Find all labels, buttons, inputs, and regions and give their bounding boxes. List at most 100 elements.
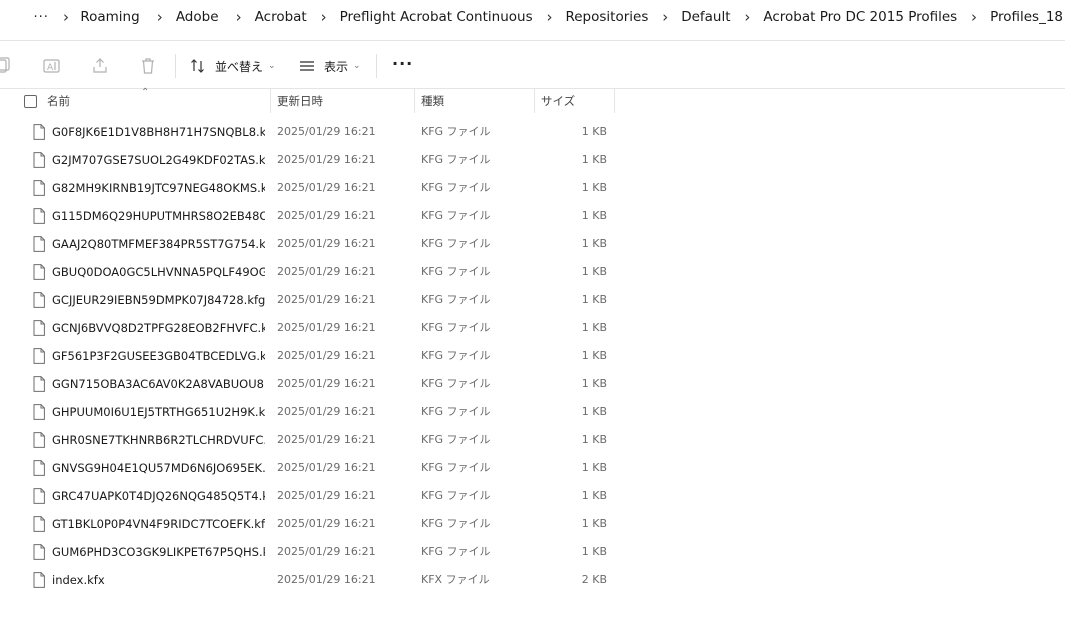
file-size: 1 KB: [581, 209, 607, 222]
file-size: 2 KB: [581, 573, 607, 586]
column-resize-handle[interactable]: [414, 89, 415, 113]
file-modified-date: 2025/01/29 16:21: [277, 237, 376, 250]
file-row[interactable]: GCJJEUR29IEBN59DMPK07J84728.kfg 2025/01/2…: [0, 286, 1065, 314]
file-row[interactable]: GCNJ6BVVQ8D2TPFG28EOB2FHVFC.kfg 2025/01/2…: [0, 314, 1065, 342]
chevron-right-icon[interactable]: ›: [319, 8, 329, 26]
file-type: KFX ファイル: [421, 573, 490, 586]
breadcrumb-item-profiles-2015[interactable]: Acrobat Pro DC 2015 Profiles: [761, 9, 959, 25]
file-icon: [33, 180, 45, 196]
file-row[interactable]: GF561P3F2GUSEE3GB04TBCEDLVG.kfg 2025/01/2…: [0, 342, 1065, 370]
more-options-button[interactable]: ···: [392, 54, 413, 73]
view-button[interactable]: 表示 ⌄: [298, 54, 361, 78]
chevron-right-icon[interactable]: ›: [155, 8, 165, 26]
file-name: GCNJ6BVVQ8D2TPFG28EOB2FHVFC.kfg: [52, 321, 265, 335]
file-size: 1 KB: [581, 153, 607, 166]
file-row[interactable]: GAAJ2Q80TMFMEF384PR5ST7G754.kfg 2025/01/2…: [0, 230, 1065, 258]
chevron-right-icon[interactable]: ›: [234, 8, 244, 26]
file-icon: [33, 292, 45, 308]
file-icon: [33, 488, 45, 504]
breadcrumb-item-default[interactable]: Default: [679, 9, 732, 25]
column-header-row: ⌃ 名前 更新日時 種類 サイズ: [0, 87, 1065, 113]
file-row[interactable]: GHPUUM0I6U1EJ5TRTHG651U2H9K.kfg 2025/01/2…: [0, 398, 1065, 426]
file-row[interactable]: index.kfx 2025/01/29 16:21 KFX ファイル 2 KB: [0, 566, 1065, 594]
sort-icon: [189, 57, 207, 75]
file-icon: [33, 152, 45, 168]
column-header-size[interactable]: サイズ: [541, 89, 575, 113]
breadcrumb-item-preflight[interactable]: Preflight Acrobat Continuous: [338, 9, 535, 25]
file-row[interactable]: GBUQ0DOA0GC5LHVNNA5PQLF49OG.... 2025/01/2…: [0, 258, 1065, 286]
file-icon: [33, 516, 45, 532]
file-name: GHPUUM0I6U1EJ5TRTHG651U2H9K.kfg: [52, 405, 265, 419]
file-name: GHR0SNE7TKHNRB6R2TLCHRDVUFC.k...: [52, 433, 265, 447]
column-resize-handle[interactable]: [534, 89, 535, 113]
breadcrumb-item-profiles-18[interactable]: Profiles_18: [988, 9, 1065, 25]
file-modified-date: 2025/01/29 16:21: [277, 545, 376, 558]
column-resize-handle[interactable]: [270, 89, 271, 113]
file-type: KFG ファイル: [421, 349, 491, 362]
file-row[interactable]: GHR0SNE7TKHNRB6R2TLCHRDVUFC.k... 2025/01/…: [0, 426, 1065, 454]
file-row[interactable]: GGN715OBA3AC6AV0K2A8VABUOU8.... 2025/01/2…: [0, 370, 1065, 398]
chevron-right-icon[interactable]: ›: [742, 8, 752, 26]
breadcrumb-item-repositories[interactable]: Repositories: [563, 9, 650, 25]
file-size: 1 KB: [581, 321, 607, 334]
column-header-name[interactable]: 名前: [47, 89, 70, 113]
file-name: GRC47UAPK0T4DJQ26NQG485Q5T4.kfg: [52, 489, 265, 503]
file-row[interactable]: G0F8JK6E1D1V8BH8H71H7SNQBL8.kfg 2025/01/2…: [0, 118, 1065, 146]
chevron-right-icon: ›: [62, 8, 69, 26]
file-size: 1 KB: [581, 433, 607, 446]
file-row[interactable]: G82MH9KIRNB19JTC97NEG48OKMS.kfg 2025/01/2…: [0, 174, 1065, 202]
sort-button[interactable]: 並べ替え ⌄: [189, 54, 276, 78]
copy-icon[interactable]: [0, 56, 12, 76]
file-type: KFG ファイル: [421, 293, 491, 306]
file-row[interactable]: GNVSG9H04E1QU57MD6N6JO695EK.kfg 2025/01/2…: [0, 454, 1065, 482]
chevron-right-icon[interactable]: ›: [660, 8, 670, 26]
file-type: KFG ファイル: [421, 237, 491, 250]
file-size: 1 KB: [581, 125, 607, 138]
file-name: GCJJEUR29IEBN59DMPK07J84728.kfg: [52, 293, 265, 307]
file-row[interactable]: GRC47UAPK0T4DJQ26NQG485Q5T4.kfg 2025/01/2…: [0, 482, 1065, 510]
file-modified-date: 2025/01/29 16:21: [277, 573, 376, 586]
file-modified-date: 2025/01/29 16:21: [277, 489, 376, 502]
breadcrumb-item-roaming[interactable]: Roaming: [78, 9, 141, 25]
breadcrumb-item-adobe[interactable]: Adobe: [174, 9, 221, 25]
file-type: KFG ファイル: [421, 181, 491, 194]
file-modified-date: 2025/01/29 16:21: [277, 349, 376, 362]
file-modified-date: 2025/01/29 16:21: [277, 181, 376, 194]
file-size: 1 KB: [581, 545, 607, 558]
column-resize-handle[interactable]: [614, 89, 615, 113]
file-name: GGN715OBA3AC6AV0K2A8VABUOU8....: [52, 377, 265, 391]
file-icon: [33, 124, 45, 140]
file-row[interactable]: GUM6PHD3CO3GK9LIKPET67P5QHS.kfg 2025/01/2…: [0, 538, 1065, 566]
file-modified-date: 2025/01/29 16:21: [277, 153, 376, 166]
rename-icon[interactable]: A: [42, 56, 62, 76]
file-size: 1 KB: [581, 293, 607, 306]
select-all-checkbox[interactable]: [24, 95, 37, 108]
file-name: GT1BKL0P0P4VN4F9RIDC7TCOEFK.kfg: [52, 517, 265, 531]
share-icon[interactable]: [90, 56, 110, 76]
chevron-right-icon[interactable]: ›: [545, 8, 555, 26]
file-modified-date: 2025/01/29 16:21: [277, 209, 376, 222]
chevron-right-icon[interactable]: ›: [969, 8, 979, 26]
breadcrumb-item-acrobat[interactable]: Acrobat: [253, 9, 309, 25]
file-modified-date: 2025/01/29 16:21: [277, 265, 376, 278]
file-modified-date: 2025/01/29 16:21: [277, 405, 376, 418]
file-row[interactable]: G115DM6Q29HUPUTMHRS8O2EB48O.... 2025/01/2…: [0, 202, 1065, 230]
column-header-type[interactable]: 種類: [421, 89, 444, 113]
file-size: 1 KB: [581, 489, 607, 502]
file-name: GBUQ0DOA0GC5LHVNNA5PQLF49OG....: [52, 265, 265, 279]
column-header-date[interactable]: 更新日時: [277, 89, 323, 113]
file-row[interactable]: GT1BKL0P0P4VN4F9RIDC7TCOEFK.kfg 2025/01/2…: [0, 510, 1065, 538]
file-type: KFG ファイル: [421, 209, 491, 222]
breadcrumb: ··· › Roaming › Adobe › Acrobat › Prefli…: [0, 0, 1065, 34]
trash-icon[interactable]: [138, 56, 158, 76]
file-size: 1 KB: [581, 405, 607, 418]
file-type: KFG ファイル: [421, 405, 491, 418]
file-row[interactable]: G2JM707GSE7SUOL2G49KDF02TAS.kfg 2025/01/2…: [0, 146, 1065, 174]
file-icon: [33, 320, 45, 336]
breadcrumb-overflow-button[interactable]: ···: [33, 10, 49, 25]
file-type: KFG ファイル: [421, 153, 491, 166]
file-name: GAAJ2Q80TMFMEF384PR5ST7G754.kfg: [52, 237, 265, 251]
chevron-down-icon: ⌄: [353, 61, 361, 71]
file-icon: [33, 404, 45, 420]
file-type: KFG ファイル: [421, 125, 491, 138]
